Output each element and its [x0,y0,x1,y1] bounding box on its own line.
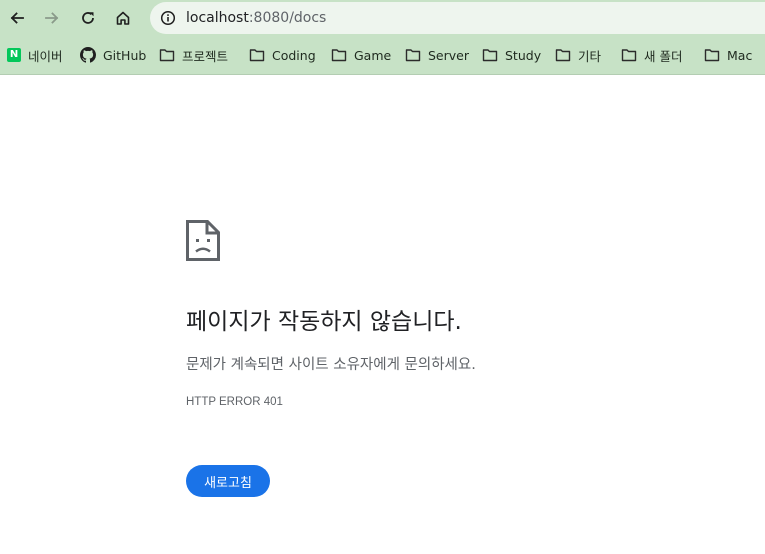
github-icon [80,47,96,63]
bookmark-folder-project[interactable]: 프로젝트 [159,45,228,65]
url-host: localhost [186,10,249,26]
folder-icon [704,49,720,62]
folder-icon [249,49,265,62]
url-text[interactable]: localhost:8080/docs [186,10,326,26]
arrow-right-icon [45,12,59,24]
bookmark-folder-game[interactable]: Game [331,45,391,65]
arrow-left-icon [10,12,24,24]
folder-icon [555,49,571,62]
sad-document-icon [186,220,220,261]
bookmark-label: 네이버 [28,48,63,64]
bookmark-label: Game [354,47,392,63]
address-bar[interactable]: localhost:8080/docs [150,2,765,34]
bookmark-label: 새 폴더 [644,48,683,64]
bookmark-label: Coding [272,47,316,63]
folder-icon [331,49,347,62]
bookmark-naver[interactable]: N 네이버 [7,45,63,65]
bookmark-label: Study [505,47,542,63]
url-path: :8080/docs [248,10,327,26]
error-page: 페이지가 작동하지 않습니다. 문제가 계속되면 사이트 소유자에게 문의하세요… [0,75,765,554]
bookmark-folder-mac[interactable]: Mac [704,45,752,65]
bookmark-folder-new[interactable]: 새 폴더 [621,45,682,65]
home-button[interactable] [108,3,138,33]
bookmark-github[interactable]: GitHub [80,45,146,65]
bookmark-folder-study[interactable]: Study [482,45,541,65]
back-button[interactable] [2,3,32,33]
error-description: 문제가 계속되면 사이트 소유자에게 문의하세요. [186,357,476,373]
home-icon [116,11,130,25]
site-info-button[interactable] [156,6,180,30]
reload-button[interactable]: 새로고침 [186,465,270,497]
folder-icon [621,49,637,62]
bookmark-folder-etc[interactable]: 기타 [555,45,601,65]
folder-icon [405,49,421,62]
refresh-icon [82,12,94,24]
info-icon [160,10,176,26]
error-code: HTTP ERROR 401 [186,396,283,408]
folder-icon [159,49,175,62]
naver-icon: N [7,48,21,62]
bookmark-label: Server [428,47,469,63]
bookmark-label: GitHub [103,47,147,63]
forward-button[interactable] [37,3,67,33]
bookmark-label: Mac [727,47,753,63]
bookmarks-bar: N 네이버 GitHub 프로젝트 Coding Game Server Stu… [0,36,765,75]
bookmark-folder-server[interactable]: Server [405,45,469,65]
error-title: 페이지가 작동하지 않습니다. [186,309,462,335]
browser-toolbar: localhost:8080/docs [0,0,765,36]
folder-icon [482,49,498,62]
bookmark-label: 프로젝트 [182,48,229,64]
bookmark-label: 기타 [578,48,602,64]
bookmark-folder-coding[interactable]: Coding [249,45,316,65]
reload-toolbar-button[interactable] [73,3,103,33]
